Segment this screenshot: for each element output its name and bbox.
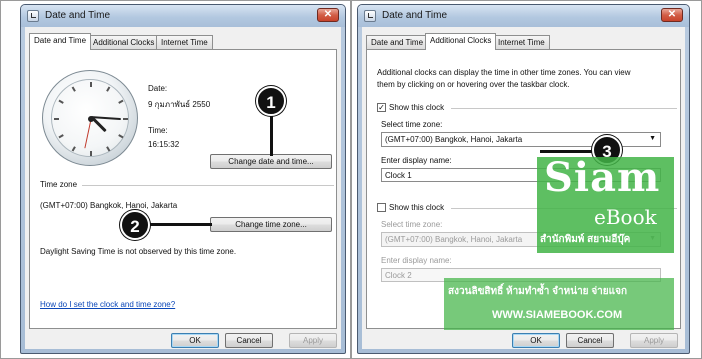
intro-text-line-2: them by clicking on or hovering over the… (377, 80, 570, 89)
clock-tick (118, 99, 124, 104)
right-cancel-button[interactable]: Cancel (566, 333, 614, 348)
tab-internet-time[interactable]: Internet Time (156, 35, 213, 49)
callout-3-line (540, 150, 596, 153)
callout-1-line (270, 116, 273, 156)
clock-1-separator (451, 108, 677, 109)
help-link[interactable]: How do I set the clock and time zone? (40, 300, 175, 309)
callout-2-line (150, 223, 212, 226)
show-clock-2-label: Show this clock (389, 203, 445, 212)
select-timezone-2-label: Select time zone: (381, 220, 443, 229)
timezone-separator (82, 185, 334, 186)
tab-internet-time[interactable]: Internet Time (493, 35, 550, 49)
clock-tick (54, 118, 59, 120)
analog-clock (42, 70, 138, 166)
clock-tick (90, 82, 92, 87)
clock-face (51, 79, 129, 157)
right-title-bar[interactable]: Date and Time ✕ (358, 5, 689, 27)
tab-date-and-time[interactable]: Date and Time (29, 33, 92, 50)
watermark-thai-tagline: สำนักพิมพ์ สยามอีบุ๊ค (540, 234, 631, 245)
clock-icon (27, 10, 39, 22)
left-cancel-button[interactable]: Cancel (225, 333, 273, 348)
clock-tick (71, 146, 76, 152)
right-apply-button[interactable]: Apply (630, 333, 678, 348)
display-name-1-label: Enter display name: (381, 156, 452, 165)
select-timezone-1-label: Select time zone: (381, 120, 443, 129)
show-clock-2-checkbox[interactable] (377, 203, 386, 212)
clock-tick (90, 151, 92, 156)
date-label: Date: (148, 84, 168, 93)
display-name-2-label: Enter display name: (381, 256, 452, 265)
dst-note: Daylight Saving Time is not observed by … (40, 247, 237, 256)
clock-tick (71, 86, 76, 92)
show-clock-1-label: Show this clock (389, 103, 445, 112)
change-time-zone-button[interactable]: Change time zone... (210, 217, 332, 232)
clock-hub (88, 116, 94, 122)
timezone-value: (GMT+07:00) Bangkok, Hanoi, Jakarta (40, 201, 178, 210)
left-close-button[interactable]: ✕ (317, 8, 339, 22)
watermark-brand: Siam (544, 154, 661, 201)
clock-tick (106, 146, 111, 152)
chevron-down-icon: ▼ (649, 135, 656, 142)
date-time-panel: Date: 9 กุมภาพันธ์ 2550 Time: 16:15:32 C… (29, 49, 337, 329)
left-apply-button[interactable]: Apply (289, 333, 337, 348)
callout-2: 2 (120, 210, 150, 240)
left-ok-button[interactable]: OK (171, 333, 219, 348)
clock-tick (106, 86, 111, 92)
left-title-bar[interactable]: Date and Time ✕ (21, 5, 345, 27)
left-date-time-dialog: Date and Time ✕ Date and Time Additional… (20, 4, 346, 354)
intro-text-line-1: Additional clocks can display the time i… (377, 68, 631, 77)
callout-1: 1 (256, 86, 286, 116)
date-value: 9 กุมภาพันธ์ 2550 (148, 100, 211, 109)
clock-tick (118, 134, 124, 139)
show-clock-1-checkbox[interactable]: ✓ (377, 103, 386, 112)
watermark-url: WWW.SIAMEBOOK.COM (492, 309, 623, 321)
clock-icon (364, 10, 376, 22)
timezone-2-value: (GMT+07:00) Bangkok, Hanoi, Jakarta (385, 235, 523, 244)
right-dialog-title: Date and Time (382, 10, 448, 21)
change-date-and-time-button[interactable]: Change date and time... (210, 154, 332, 169)
timezone-heading: Time zone (40, 180, 78, 189)
left-dialog-title: Date and Time (45, 10, 111, 21)
right-close-button[interactable]: ✕ (661, 8, 683, 22)
tab-date-and-time[interactable]: Date and Time (366, 35, 429, 49)
time-value: 16:15:32 (148, 140, 180, 149)
timezone-1-value: (GMT+07:00) Bangkok, Hanoi, Jakarta (385, 135, 523, 144)
left-client-area: Date and Time Additional Clocks Internet… (25, 27, 341, 349)
clock-tick (58, 134, 64, 139)
tab-additional-clocks[interactable]: Additional Clocks (88, 35, 160, 49)
watermark-sub: eBook (594, 205, 657, 229)
tab-additional-clocks[interactable]: Additional Clocks (425, 33, 497, 50)
clock-tick (58, 99, 64, 104)
right-ok-button[interactable]: OK (512, 333, 560, 348)
watermark-copyright: สงวนลิขสิทธิ์ ห้ามทำซ้ำ จำหน่าย จ่ายแจก (448, 286, 628, 297)
clock-tick (123, 118, 128, 120)
time-label: Time: (148, 126, 168, 135)
